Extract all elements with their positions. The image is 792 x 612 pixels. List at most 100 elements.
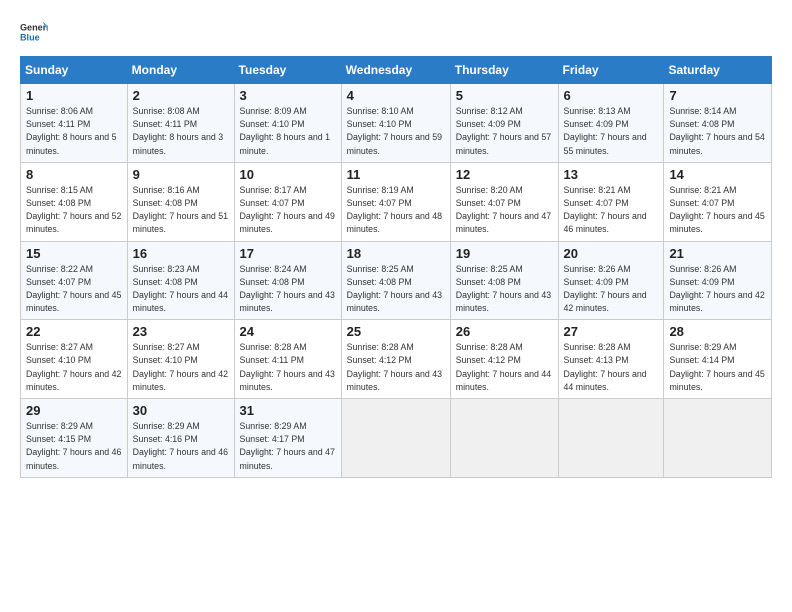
day-number: 30 — [133, 403, 229, 418]
calendar-cell: 6 Sunrise: 8:13 AMSunset: 4:09 PMDayligh… — [558, 84, 664, 163]
day-info: Sunrise: 8:12 AMSunset: 4:09 PMDaylight:… — [456, 105, 553, 158]
day-info: Sunrise: 8:22 AMSunset: 4:07 PMDaylight:… — [26, 263, 122, 316]
day-info: Sunrise: 8:21 AMSunset: 4:07 PMDaylight:… — [564, 184, 659, 237]
day-info: Sunrise: 8:08 AMSunset: 4:11 PMDaylight:… — [133, 105, 229, 158]
calendar-cell — [450, 399, 558, 478]
calendar-table: SundayMondayTuesdayWednesdayThursdayFrid… — [20, 56, 772, 478]
calendar-cell: 16 Sunrise: 8:23 AMSunset: 4:08 PMDaylig… — [127, 241, 234, 320]
logo: General Blue — [20, 18, 48, 46]
calendar-cell — [664, 399, 772, 478]
day-info: Sunrise: 8:06 AMSunset: 4:11 PMDaylight:… — [26, 105, 122, 158]
day-number: 9 — [133, 167, 229, 182]
day-info: Sunrise: 8:27 AMSunset: 4:10 PMDaylight:… — [26, 341, 122, 394]
logo-icon: General Blue — [20, 18, 48, 46]
calendar-cell: 1 Sunrise: 8:06 AMSunset: 4:11 PMDayligh… — [21, 84, 128, 163]
header: General Blue — [20, 18, 772, 46]
col-header-wednesday: Wednesday — [341, 57, 450, 84]
day-number: 31 — [240, 403, 336, 418]
calendar-cell: 5 Sunrise: 8:12 AMSunset: 4:09 PMDayligh… — [450, 84, 558, 163]
calendar-cell: 7 Sunrise: 8:14 AMSunset: 4:08 PMDayligh… — [664, 84, 772, 163]
day-info: Sunrise: 8:23 AMSunset: 4:08 PMDaylight:… — [133, 263, 229, 316]
calendar-cell: 26 Sunrise: 8:28 AMSunset: 4:12 PMDaylig… — [450, 320, 558, 399]
day-info: Sunrise: 8:13 AMSunset: 4:09 PMDaylight:… — [564, 105, 659, 158]
calendar-cell: 10 Sunrise: 8:17 AMSunset: 4:07 PMDaylig… — [234, 162, 341, 241]
calendar-cell: 4 Sunrise: 8:10 AMSunset: 4:10 PMDayligh… — [341, 84, 450, 163]
day-info: Sunrise: 8:26 AMSunset: 4:09 PMDaylight:… — [564, 263, 659, 316]
day-number: 22 — [26, 324, 122, 339]
day-info: Sunrise: 8:29 AMSunset: 4:14 PMDaylight:… — [669, 341, 766, 394]
day-number: 24 — [240, 324, 336, 339]
day-info: Sunrise: 8:09 AMSunset: 4:10 PMDaylight:… — [240, 105, 336, 158]
day-info: Sunrise: 8:24 AMSunset: 4:08 PMDaylight:… — [240, 263, 336, 316]
calendar-cell: 3 Sunrise: 8:09 AMSunset: 4:10 PMDayligh… — [234, 84, 341, 163]
day-number: 8 — [26, 167, 122, 182]
day-number: 21 — [669, 246, 766, 261]
day-number: 15 — [26, 246, 122, 261]
day-number: 1 — [26, 88, 122, 103]
page: General Blue SundayMondayTuesdayWednesda… — [0, 0, 792, 612]
day-number: 28 — [669, 324, 766, 339]
day-number: 6 — [564, 88, 659, 103]
calendar-cell: 12 Sunrise: 8:20 AMSunset: 4:07 PMDaylig… — [450, 162, 558, 241]
day-info: Sunrise: 8:25 AMSunset: 4:08 PMDaylight:… — [347, 263, 445, 316]
calendar-cell: 19 Sunrise: 8:25 AMSunset: 4:08 PMDaylig… — [450, 241, 558, 320]
day-number: 10 — [240, 167, 336, 182]
col-header-friday: Friday — [558, 57, 664, 84]
calendar-cell: 20 Sunrise: 8:26 AMSunset: 4:09 PMDaylig… — [558, 241, 664, 320]
calendar-cell: 11 Sunrise: 8:19 AMSunset: 4:07 PMDaylig… — [341, 162, 450, 241]
day-number: 11 — [347, 167, 445, 182]
calendar-cell: 22 Sunrise: 8:27 AMSunset: 4:10 PMDaylig… — [21, 320, 128, 399]
calendar-cell: 23 Sunrise: 8:27 AMSunset: 4:10 PMDaylig… — [127, 320, 234, 399]
day-number: 2 — [133, 88, 229, 103]
calendar-cell: 25 Sunrise: 8:28 AMSunset: 4:12 PMDaylig… — [341, 320, 450, 399]
col-header-tuesday: Tuesday — [234, 57, 341, 84]
day-number: 7 — [669, 88, 766, 103]
calendar-cell — [341, 399, 450, 478]
day-info: Sunrise: 8:17 AMSunset: 4:07 PMDaylight:… — [240, 184, 336, 237]
day-number: 3 — [240, 88, 336, 103]
calendar-cell: 14 Sunrise: 8:21 AMSunset: 4:07 PMDaylig… — [664, 162, 772, 241]
calendar-cell: 9 Sunrise: 8:16 AMSunset: 4:08 PMDayligh… — [127, 162, 234, 241]
day-number: 17 — [240, 246, 336, 261]
calendar-cell: 30 Sunrise: 8:29 AMSunset: 4:16 PMDaylig… — [127, 399, 234, 478]
day-info: Sunrise: 8:21 AMSunset: 4:07 PMDaylight:… — [669, 184, 766, 237]
day-number: 20 — [564, 246, 659, 261]
svg-text:Blue: Blue — [20, 32, 40, 42]
day-number: 4 — [347, 88, 445, 103]
calendar-cell: 2 Sunrise: 8:08 AMSunset: 4:11 PMDayligh… — [127, 84, 234, 163]
day-number: 13 — [564, 167, 659, 182]
day-number: 19 — [456, 246, 553, 261]
day-info: Sunrise: 8:20 AMSunset: 4:07 PMDaylight:… — [456, 184, 553, 237]
calendar-cell: 15 Sunrise: 8:22 AMSunset: 4:07 PMDaylig… — [21, 241, 128, 320]
svg-text:General: General — [20, 23, 48, 33]
calendar-cell: 24 Sunrise: 8:28 AMSunset: 4:11 PMDaylig… — [234, 320, 341, 399]
calendar-cell — [558, 399, 664, 478]
day-number: 14 — [669, 167, 766, 182]
day-number: 12 — [456, 167, 553, 182]
day-info: Sunrise: 8:29 AMSunset: 4:15 PMDaylight:… — [26, 420, 122, 473]
day-info: Sunrise: 8:28 AMSunset: 4:12 PMDaylight:… — [347, 341, 445, 394]
col-header-monday: Monday — [127, 57, 234, 84]
day-info: Sunrise: 8:29 AMSunset: 4:16 PMDaylight:… — [133, 420, 229, 473]
calendar-cell: 18 Sunrise: 8:25 AMSunset: 4:08 PMDaylig… — [341, 241, 450, 320]
day-info: Sunrise: 8:27 AMSunset: 4:10 PMDaylight:… — [133, 341, 229, 394]
day-info: Sunrise: 8:15 AMSunset: 4:08 PMDaylight:… — [26, 184, 122, 237]
col-header-saturday: Saturday — [664, 57, 772, 84]
col-header-thursday: Thursday — [450, 57, 558, 84]
day-number: 23 — [133, 324, 229, 339]
calendar-cell: 27 Sunrise: 8:28 AMSunset: 4:13 PMDaylig… — [558, 320, 664, 399]
calendar-cell: 29 Sunrise: 8:29 AMSunset: 4:15 PMDaylig… — [21, 399, 128, 478]
day-info: Sunrise: 8:29 AMSunset: 4:17 PMDaylight:… — [240, 420, 336, 473]
day-number: 16 — [133, 246, 229, 261]
day-number: 5 — [456, 88, 553, 103]
calendar-cell: 21 Sunrise: 8:26 AMSunset: 4:09 PMDaylig… — [664, 241, 772, 320]
day-info: Sunrise: 8:10 AMSunset: 4:10 PMDaylight:… — [347, 105, 445, 158]
day-number: 27 — [564, 324, 659, 339]
day-info: Sunrise: 8:14 AMSunset: 4:08 PMDaylight:… — [669, 105, 766, 158]
day-info: Sunrise: 8:26 AMSunset: 4:09 PMDaylight:… — [669, 263, 766, 316]
day-number: 25 — [347, 324, 445, 339]
col-header-sunday: Sunday — [21, 57, 128, 84]
day-info: Sunrise: 8:28 AMSunset: 4:11 PMDaylight:… — [240, 341, 336, 394]
day-info: Sunrise: 8:28 AMSunset: 4:12 PMDaylight:… — [456, 341, 553, 394]
day-info: Sunrise: 8:19 AMSunset: 4:07 PMDaylight:… — [347, 184, 445, 237]
